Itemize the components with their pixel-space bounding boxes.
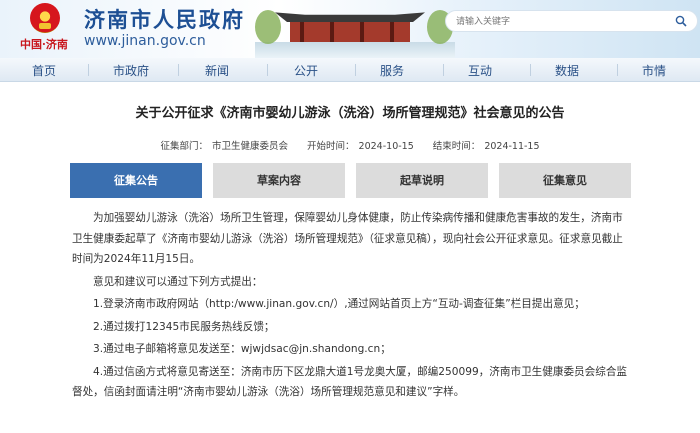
nav-item-data[interactable]: 数据 bbox=[555, 62, 579, 79]
tab-draft-content[interactable]: 草案内容 bbox=[213, 163, 345, 198]
nav-item-services[interactable]: 服务 bbox=[380, 62, 404, 79]
tab-announcement[interactable]: 征集公告 bbox=[70, 163, 202, 198]
search-icon[interactable] bbox=[675, 15, 687, 27]
end-value: 2024-11-15 bbox=[484, 141, 540, 152]
national-emblem-icon bbox=[30, 3, 60, 33]
end-label: 结束时间： bbox=[432, 141, 481, 152]
paragraph-intro: 为加强婴幼儿游泳（洗浴）场所卫生管理，保障婴幼儿身体健康，防止传染病传播和健康危… bbox=[72, 212, 623, 265]
china-jinan-mark: 中国·济南 bbox=[20, 38, 68, 51]
paragraph-method-website: 1.登录济南市政府网站（http:/www.jinan.gov.cn/）,通过网… bbox=[93, 298, 585, 310]
paragraph-method-email: 3.通过电子邮箱将意见发送至：wjwjdsac@jn.shandong.cn； bbox=[93, 343, 391, 355]
main-nav: 首页 市政府 新闻 公开 服务 互动 数据 市情 bbox=[0, 58, 700, 82]
article-meta: 征集部门： 市卫生健康委员会 开始时间： 2024-10-15 结束时间： 2024-… bbox=[0, 138, 700, 152]
dept-label: 征集部门： bbox=[160, 141, 208, 152]
search-box[interactable] bbox=[445, 10, 698, 32]
start-value: 2024-10-15 bbox=[358, 141, 414, 152]
site-url: www.jinan.gov.cn bbox=[84, 33, 206, 49]
paragraph-method-hotline: 2.通过拨打12345市民服务热线反馈； bbox=[93, 320, 275, 333]
article-body: 为加强婴幼儿游泳（洗浴）场所卫生管理，保障婴幼儿身体健康，防止传染病传播和健康危… bbox=[72, 208, 632, 403]
dept-value: 市卫生健康委员会 bbox=[211, 141, 288, 152]
nav-item-news[interactable]: 新闻 bbox=[205, 62, 229, 79]
start-label: 开始时间： bbox=[307, 141, 355, 152]
nav-item-home[interactable]: 首页 bbox=[32, 62, 56, 79]
header-banner-image bbox=[255, 0, 455, 58]
search-input[interactable] bbox=[456, 14, 656, 29]
nav-item-government[interactable]: 市政府 bbox=[113, 62, 149, 79]
nav-item-city-info[interactable]: 市情 bbox=[642, 62, 666, 79]
nav-item-interaction[interactable]: 互动 bbox=[468, 62, 492, 79]
nav-item-public[interactable]: 公开 bbox=[294, 62, 318, 79]
paragraph-methods-intro: 意见和建议可以通过下列方式提出： bbox=[93, 275, 263, 288]
paragraph-method-letter: 4.通过信函方式将意见寄送至：济南市历下区龙鼎大道1号龙奥大厦，邮编250099… bbox=[72, 365, 628, 399]
tab-submit-opinion[interactable]: 征集意见 bbox=[499, 163, 631, 198]
site-title[interactable]: 济南市人民政府 bbox=[84, 4, 245, 34]
page-title: 关于公开征求《济南市婴幼儿游泳（洗浴）场所管理规范》社会意见的公告 bbox=[135, 106, 565, 121]
tab-drafting-notes[interactable]: 起草说明 bbox=[356, 163, 488, 198]
site-header: 中国·济南 济南市人民政府 www.jinan.gov.cn bbox=[0, 0, 700, 58]
